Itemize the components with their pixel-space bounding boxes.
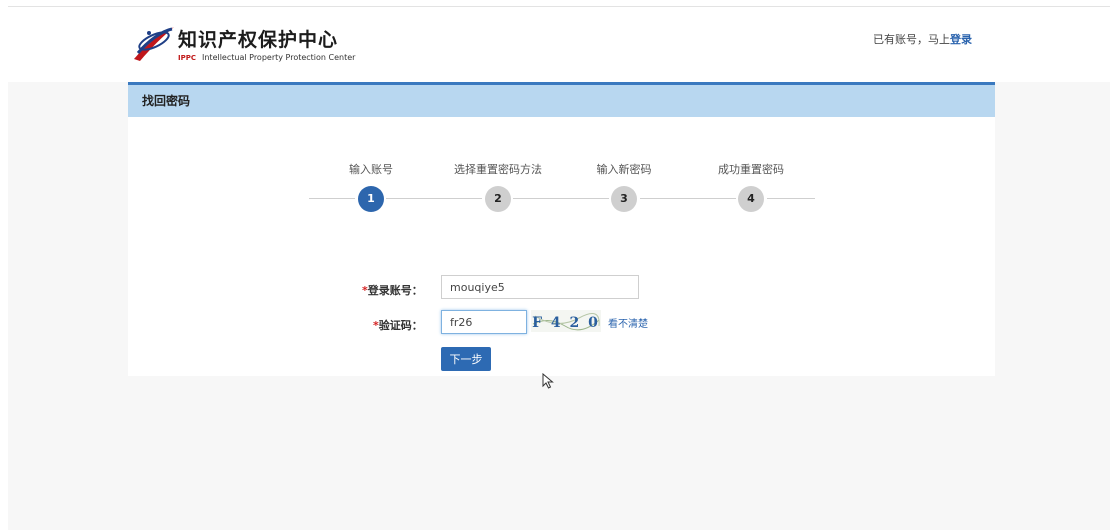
logo-title: 知识产权保护中心: [178, 29, 339, 51]
step-connector: [309, 198, 355, 199]
ippc-swoosh-icon: [134, 27, 174, 61]
site-header: 知识产权保护中心 IPPC Intellectual Property Prot…: [8, 7, 1110, 82]
step-3-indicator: 3: [611, 186, 637, 212]
site-logo[interactable]: 知识产权保护中心 IPPC Intellectual Property Prot…: [132, 21, 392, 67]
refresh-captcha-link[interactable]: 看不清楚: [608, 315, 648, 330]
step-connector: [386, 198, 482, 199]
logo-abbreviation: IPPC: [178, 54, 197, 62]
account-prompt: 已有账号，马上登录: [873, 31, 972, 47]
account-label-text: 登录账号：: [367, 284, 423, 297]
panel-title: 找回密码: [128, 82, 995, 117]
captcha-image-text: F 4 2 0: [532, 315, 600, 331]
step-connector: [767, 198, 815, 199]
login-link[interactable]: 登录: [950, 33, 972, 46]
account-prompt-text: 已有账号，马上: [873, 33, 950, 46]
captcha-image[interactable]: F 4 2 0: [531, 310, 601, 332]
step-2-label: 选择重置密码方法: [454, 163, 542, 176]
step-2-indicator: 2: [485, 186, 511, 212]
step-progress: 输入账号 选择重置密码方法 输入新密码 成功重置密码 1 2 3 4: [128, 154, 995, 214]
captcha-label-text: 验证码：: [378, 319, 423, 332]
account-label: *登录账号：: [362, 282, 423, 298]
logo-subtitle: Intellectual Property Protection Center: [202, 53, 356, 62]
mouse-pointer-icon: [542, 373, 554, 389]
step-connector: [640, 198, 736, 199]
step-connector: [513, 198, 609, 199]
step-1-label: 输入账号: [349, 163, 393, 176]
browser-viewport: 知识产权保护中心 IPPC Intellectual Property Prot…: [8, 6, 1110, 530]
captcha-label: *验证码：: [373, 317, 423, 333]
step-4-indicator: 4: [738, 186, 764, 212]
step-3-label: 输入新密码: [596, 163, 652, 176]
next-step-button[interactable]: 下一步: [441, 347, 491, 371]
step-1-indicator: 1: [358, 186, 384, 212]
account-input[interactable]: [441, 275, 639, 299]
password-recovery-panel: 找回密码 输入账号 选择重置密码方法 输入新密码 成功重置密码 1 2 3 4 …: [128, 82, 995, 376]
captcha-input[interactable]: [441, 310, 527, 334]
step-4-label: 成功重置密码: [718, 163, 784, 176]
